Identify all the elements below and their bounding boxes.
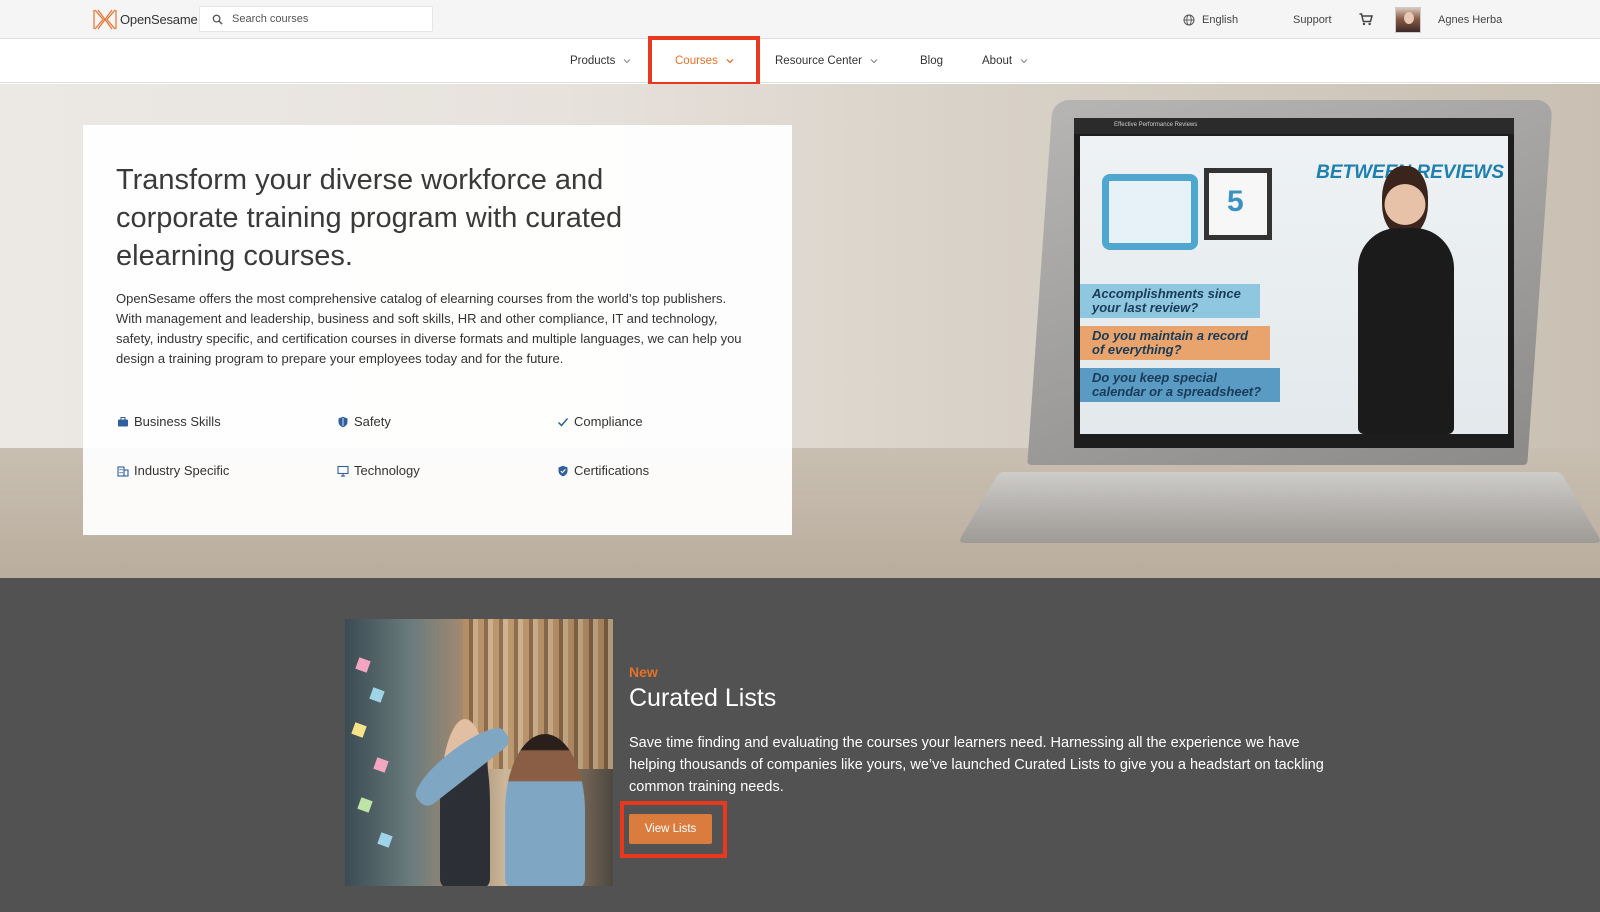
nav-products[interactable]: Products bbox=[570, 39, 631, 83]
opensesame-logo[interactable]: OpenSesame bbox=[93, 9, 198, 30]
building-icon bbox=[117, 465, 129, 477]
sticky-note bbox=[355, 657, 371, 673]
screen-content: BETWEEN REVIEWS 5 Accomplishments since … bbox=[1080, 136, 1508, 434]
support-label: Support bbox=[1293, 13, 1332, 26]
sticky-note bbox=[377, 832, 393, 848]
logo-text: OpenSesame bbox=[120, 12, 198, 27]
laptop-base bbox=[957, 471, 1600, 544]
nav-resource-center-label: Resource Center bbox=[775, 55, 862, 67]
sticky-note bbox=[357, 797, 373, 813]
badge-icon bbox=[558, 465, 568, 476]
cart-button[interactable] bbox=[1359, 0, 1373, 39]
calendar-number: 5 bbox=[1227, 185, 1244, 218]
hero-section: Effective Performance Reviews BETWEEN RE… bbox=[0, 84, 1600, 578]
logo-mark-icon bbox=[93, 9, 117, 30]
new-badge: New bbox=[629, 664, 658, 680]
view-lists-highlight-box bbox=[620, 801, 727, 858]
hero-title: Transform your diverse workforce and cor… bbox=[116, 164, 623, 272]
category-label: Compliance bbox=[574, 414, 643, 429]
checklist-monitor-icon bbox=[1102, 174, 1198, 250]
top-bar: OpenSesame English Support Agnes Herba bbox=[0, 0, 1600, 39]
sticky-note bbox=[369, 687, 385, 703]
shield-icon bbox=[338, 416, 348, 427]
category-label: Technology bbox=[354, 463, 420, 478]
hero-description: OpenSesame offers the most comprehensive… bbox=[116, 291, 742, 366]
chevron-down-icon bbox=[624, 59, 631, 64]
chevron-down-icon bbox=[870, 59, 878, 64]
briefcase-icon bbox=[118, 416, 128, 426]
sticky-note bbox=[373, 757, 389, 773]
category-label: Certifications bbox=[574, 463, 650, 478]
presenter-body bbox=[1358, 228, 1454, 434]
support-link[interactable]: Support bbox=[1293, 0, 1332, 39]
category-compliance[interactable]: Compliance bbox=[557, 414, 643, 429]
screen-title-bar: Effective Performance Reviews bbox=[1074, 118, 1514, 134]
user-menu[interactable]: Agnes Herba bbox=[1395, 0, 1502, 39]
screen-ribbon-1: Accomplishments since your last review? bbox=[1080, 284, 1260, 318]
monitor-icon bbox=[337, 465, 349, 477]
search-input[interactable] bbox=[232, 13, 422, 25]
category-label: Business Skills bbox=[134, 414, 221, 429]
sticky-note bbox=[351, 722, 367, 738]
curated-lists-description: Save time finding and evaluating the cou… bbox=[629, 735, 1324, 795]
courses-highlight-box bbox=[648, 36, 760, 86]
nav-blog[interactable]: Blog bbox=[920, 39, 943, 83]
cart-icon bbox=[1359, 13, 1373, 26]
screen-ribbon-2: Do you maintain a record of everything? bbox=[1080, 326, 1270, 360]
nav-blog-label: Blog bbox=[920, 55, 944, 67]
category-certifications[interactable]: Certifications bbox=[557, 463, 649, 478]
screen-ribbon-3: Do you keep special calendar or a spread… bbox=[1080, 368, 1280, 402]
category-business-skills[interactable]: Business Skills bbox=[117, 414, 221, 429]
category-safety[interactable]: Safety bbox=[337, 414, 391, 429]
category-technology[interactable]: Technology bbox=[337, 463, 420, 478]
nav-about[interactable]: About bbox=[982, 39, 1028, 83]
search-box[interactable] bbox=[199, 6, 433, 32]
presenter-figure bbox=[1350, 166, 1460, 434]
category-industry-specific[interactable]: Industry Specific bbox=[117, 463, 229, 478]
laptop-image: Effective Performance Reviews BETWEEN RE… bbox=[957, 100, 1600, 555]
presenter-head bbox=[1382, 166, 1428, 236]
avatar bbox=[1395, 6, 1421, 33]
curated-lists-title: Curated Lists bbox=[629, 684, 777, 712]
calendar-icon: 5 bbox=[1204, 168, 1272, 240]
curated-lists-section: New Curated Lists Save time finding and … bbox=[0, 578, 1600, 912]
nav-resource-center[interactable]: Resource Center bbox=[775, 39, 878, 83]
chevron-down-icon bbox=[1020, 59, 1028, 64]
laptop-screen: Effective Performance Reviews BETWEEN RE… bbox=[1074, 118, 1514, 448]
hero-card: Transform your diverse workforce and cor… bbox=[83, 125, 792, 535]
category-label: Industry Specific bbox=[134, 463, 230, 478]
user-name: Agnes Herba bbox=[1438, 13, 1503, 26]
person-figure bbox=[505, 734, 585, 886]
category-label: Safety bbox=[354, 414, 391, 429]
globe-icon bbox=[1183, 14, 1195, 25]
language-label: English bbox=[1202, 13, 1239, 26]
checkmark-icon bbox=[557, 417, 569, 427]
nav-products-label: Products bbox=[570, 55, 616, 67]
language-selector[interactable]: English bbox=[1183, 0, 1238, 39]
main-nav: Products Courses Resource Center Blog Ab… bbox=[0, 39, 1600, 83]
search-icon bbox=[212, 14, 223, 25]
curated-lists-photo bbox=[345, 619, 613, 886]
nav-about-label: About bbox=[982, 55, 1013, 67]
